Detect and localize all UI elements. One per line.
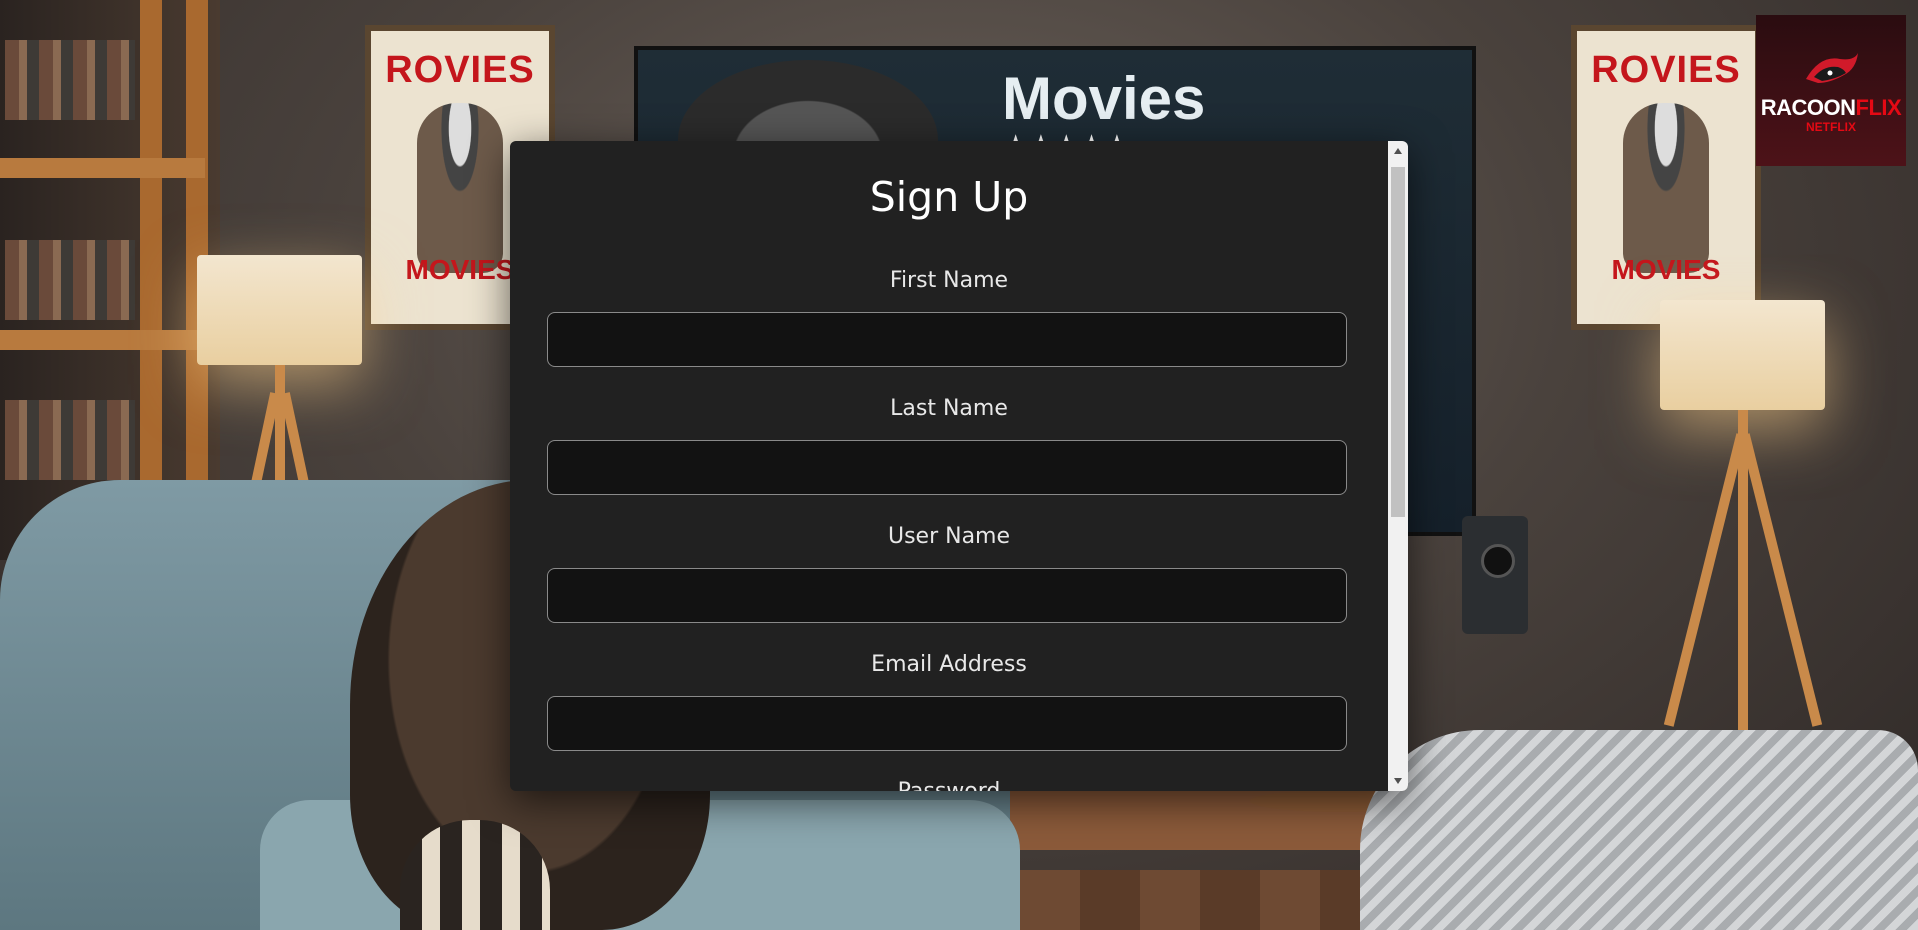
poster-title: ROVIES [385, 49, 535, 91]
shelf [0, 330, 205, 350]
first-name-input[interactable] [547, 312, 1347, 367]
triangle-down-icon [1394, 778, 1402, 784]
poster-title: ROVIES [1591, 49, 1741, 91]
lamp-leg [1739, 433, 1823, 727]
last-name-input[interactable] [547, 440, 1347, 495]
poster-right: ROVIES MOVIES [1571, 25, 1761, 330]
lamp-right [1660, 300, 1825, 410]
poster-raccoon-image [1623, 103, 1709, 273]
tv-title: Movies [1002, 65, 1206, 132]
scroll-up-button[interactable] [1388, 141, 1408, 161]
blanket [1360, 730, 1918, 930]
poster-subtitle: MOVIES [1611, 254, 1721, 285]
raccoon-logo-icon [1806, 52, 1858, 83]
lamp-left [197, 255, 362, 365]
signup-form: Sign Up First Name Last Name User Name E… [510, 141, 1388, 791]
user-name-label: User Name [887, 524, 1011, 549]
signup-modal: Sign Up First Name Last Name User Name E… [510, 141, 1408, 791]
racoonflix-logo[interactable]: RACOONFLIX NETFLIX [1756, 15, 1906, 166]
shelf [0, 158, 205, 178]
poster-raccoon-image [417, 103, 503, 273]
signup-title: Sign Up [869, 173, 1029, 221]
first-name-label: First Name [889, 268, 1009, 293]
logo-subtitle: NETFLIX [1806, 119, 1856, 134]
user-name-input[interactable] [547, 568, 1347, 623]
shelf-post [140, 0, 162, 560]
scrollbar-thumb[interactable] [1391, 167, 1405, 517]
email-address-input[interactable] [547, 696, 1347, 751]
email-address-label: Email Address [871, 652, 1027, 677]
password-label: Password [510, 779, 1388, 791]
books [5, 40, 135, 120]
books [5, 400, 135, 480]
last-name-label: Last Name [890, 396, 1008, 421]
books [5, 240, 135, 320]
modal-scrollbar[interactable] [1388, 141, 1408, 791]
logo-word-1: RACOON [1760, 94, 1856, 120]
lamp-leg [1663, 433, 1747, 727]
triangle-up-icon [1394, 148, 1402, 154]
logo-word-2: FLIX [1855, 94, 1902, 120]
scroll-down-button[interactable] [1388, 771, 1408, 791]
speaker [1462, 516, 1528, 634]
logo-wordmark: RACOONFLIX [1760, 94, 1902, 120]
